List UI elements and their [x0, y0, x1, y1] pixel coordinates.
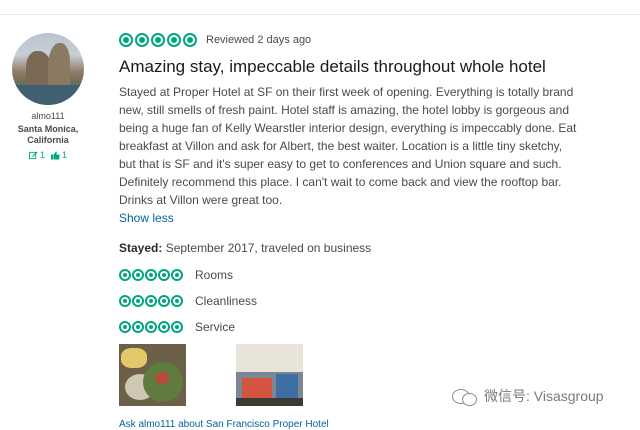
rating-row: Reviewed 2 days ago	[119, 31, 589, 49]
ask-reviewer-link[interactable]: Ask almo111 about San Francisco Proper H…	[119, 419, 589, 430]
reviewed-date: Reviewed 2 days ago	[206, 34, 312, 46]
helpful-votes-badge: 1	[51, 150, 67, 160]
rating-bubble-icon	[183, 33, 197, 47]
bubble-rating	[119, 295, 183, 307]
photo-thumbnail-lobby[interactable]	[236, 344, 303, 406]
review-count: 1	[39, 150, 45, 160]
photo-thumbnail-food[interactable]	[119, 344, 186, 406]
thumbs-up-icon	[51, 150, 60, 160]
rating-bubble-icon	[145, 295, 157, 307]
bubble-rating	[119, 33, 197, 47]
stay-info: Stayed: September 2017, traveled on busi…	[119, 241, 589, 255]
sub-rating-label: Cleanliness	[195, 294, 258, 308]
show-less-link[interactable]: Show less	[119, 211, 174, 225]
avatar[interactable]	[12, 33, 84, 105]
rating-bubble-icon	[145, 321, 157, 333]
watermark-text: 微信号: Visasgroup	[484, 388, 604, 404]
pencil-icon	[28, 150, 38, 159]
watermark: 微信号: Visasgroup	[452, 386, 604, 406]
rating-bubble-icon	[151, 33, 165, 47]
sub-rating-label: Service	[195, 320, 236, 334]
rating-bubble-icon	[119, 269, 131, 281]
rating-bubble-icon	[119, 321, 131, 333]
reviewer-username[interactable]: almo111	[8, 111, 88, 121]
sub-rating-service: Service	[119, 314, 589, 340]
sub-rating-cleanliness: Cleanliness	[119, 288, 589, 314]
rating-bubble-icon	[132, 321, 144, 333]
rating-bubble-icon	[158, 321, 170, 333]
rating-bubble-icon	[171, 269, 183, 281]
review-title[interactable]: Amazing stay, impeccable details through…	[119, 56, 589, 77]
sub-rating-rooms: Rooms	[119, 262, 589, 288]
reviewer-badges: 1 1	[8, 150, 88, 160]
rating-bubble-icon	[158, 269, 170, 281]
review-body: Stayed at Proper Hotel at SF on their fi…	[119, 85, 577, 207]
reviewer-info: almo111 Santa Monica, California 1 1	[8, 33, 88, 160]
sub-ratings: Rooms Cleanliness Service	[119, 262, 589, 340]
rating-bubble-icon	[132, 269, 144, 281]
stayed-value: September 2017, traveled on business	[165, 241, 372, 255]
rating-bubble-icon	[171, 321, 183, 333]
rating-bubble-icon	[119, 33, 133, 47]
rating-bubble-icon	[171, 295, 183, 307]
review-card: almo111 Santa Monica, California 1 1 Rev…	[0, 14, 640, 430]
bubble-rating	[119, 321, 183, 333]
wechat-icon	[452, 387, 478, 406]
bubble-rating	[119, 269, 183, 281]
stayed-label: Stayed:	[119, 241, 163, 255]
rating-bubble-icon	[135, 33, 149, 47]
rating-bubble-icon	[119, 295, 131, 307]
sub-rating-label: Rooms	[195, 268, 234, 282]
rating-bubble-icon	[132, 295, 144, 307]
rating-bubble-icon	[158, 295, 170, 307]
review-content: Reviewed 2 days ago Amazing stay, impecc…	[119, 31, 589, 430]
rating-bubble-icon	[167, 33, 181, 47]
review-count-badge: 1	[28, 150, 45, 160]
helpful-votes: 1	[62, 150, 68, 160]
reviewer-location: Santa Monica, California	[17, 124, 79, 145]
rating-bubble-icon	[145, 269, 157, 281]
